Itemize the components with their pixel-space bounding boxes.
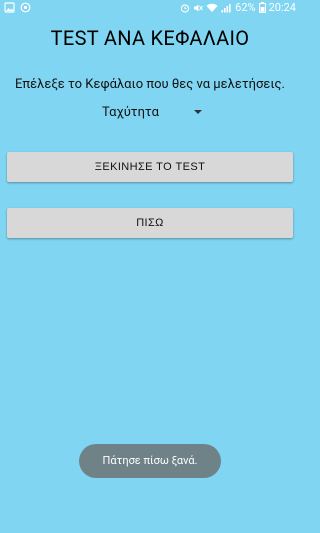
signal-icon — [221, 3, 231, 12]
wifi-icon — [206, 3, 218, 12]
battery-percent: 62% — [235, 1, 256, 14]
mute-icon — [194, 4, 204, 11]
toast-message: Πάτησε πίσω ξανά. — [79, 444, 221, 478]
system-status: 62% 20:24 — [180, 1, 296, 14]
status-bar: 62% 20:24 — [0, 0, 300, 18]
instruction-text: Επέλεξε το Κεφάλαιο που θες να μελετήσει… — [15, 77, 285, 92]
page-title: TEST ΑΝΑ ΚΕΦΑΛΑΙΟ — [50, 26, 250, 50]
dropdown-arrow-icon — [194, 110, 202, 114]
battery-icon — [258, 2, 266, 13]
chapter-dropdown-value: Ταχύτητα — [102, 104, 159, 120]
back-button[interactable]: ΠΙΣΩ — [7, 208, 293, 238]
start-test-button[interactable]: ΞΕΚΙΝΗΣΕ ΤΟ TEST — [7, 152, 293, 182]
chapter-dropdown[interactable]: Ταχύτητα — [96, 101, 206, 123]
gallery-icon — [4, 2, 15, 13]
alarm-icon — [181, 3, 190, 13]
sync-icon — [20, 2, 31, 13]
clock: 20:24 — [268, 1, 296, 14]
notification-icons — [4, 2, 31, 13]
